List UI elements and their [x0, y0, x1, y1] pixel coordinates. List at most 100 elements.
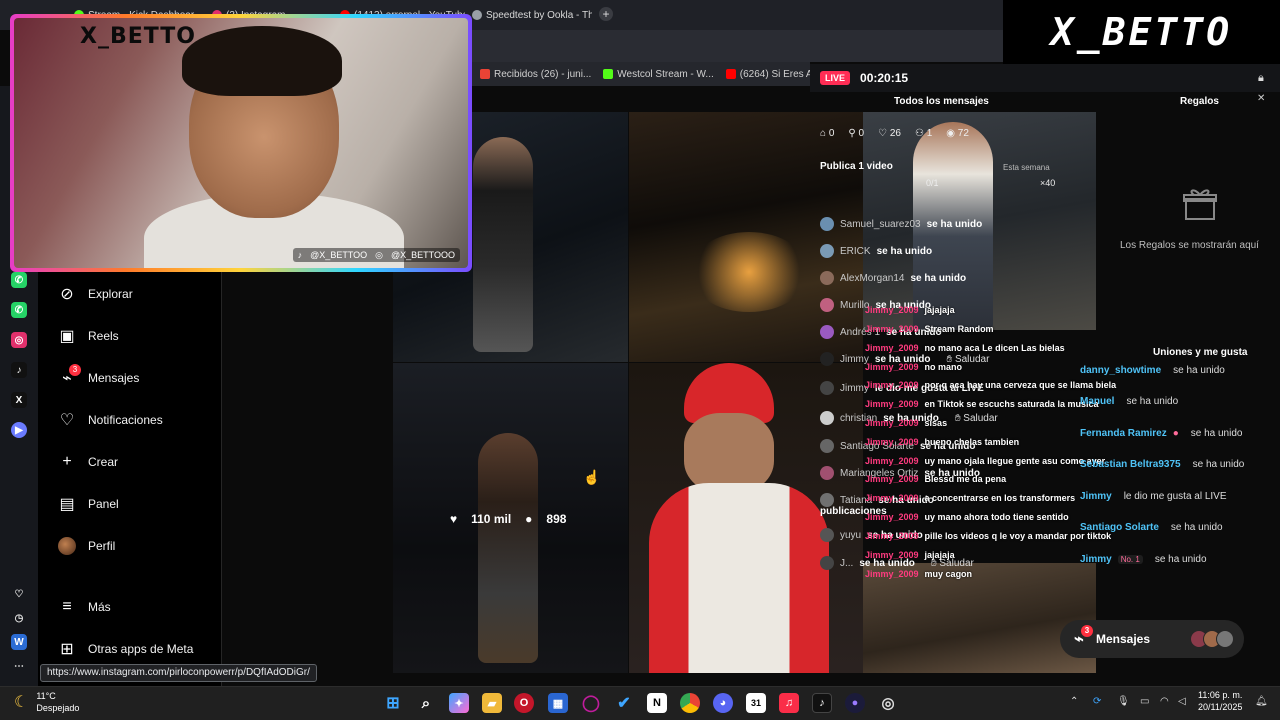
join-row: danny_showtime se ha unido [1080, 364, 1225, 376]
heart-icon: ♥ [450, 512, 458, 526]
volume-icon[interactable]: ◁ [1178, 696, 1186, 707]
nav-create[interactable]: + Crear [58, 449, 218, 475]
join-row: AlexMorgan14 se ha unido [820, 270, 966, 286]
nav-reels[interactable]: ▣ Reels [58, 323, 218, 349]
hoodie [649, 483, 829, 673]
discord-icon[interactable]: ◕ [713, 693, 733, 713]
microphone-icon[interactable]: 🎙︎ [1117, 696, 1130, 707]
display-icon[interactable]: ▭ [1140, 696, 1149, 707]
messages-button[interactable]: ⌁ 3 Mensajes [1060, 620, 1244, 658]
cursor-icon: ☝ [583, 469, 601, 485]
kick-icon [603, 69, 614, 79]
greet-button[interactable]: ✋︎ Saludar [955, 413, 998, 424]
folder-icon[interactable]: ▰ [482, 693, 502, 713]
compass-icon: ⊘ [60, 286, 74, 303]
nav-notifications[interactable]: ♡ Notificaciones [58, 407, 218, 433]
live-panel-tabs: Todos los mensajes Regalos [810, 96, 1280, 112]
this-week-label: Esta semana [1003, 163, 1050, 172]
chart-icon: ▤ [59, 496, 75, 513]
gifts-empty-message: Los Regalos se mostrarán aquí [1120, 240, 1259, 251]
chat-message: Jimmy_2009 no mano aca Le dicen Las biela… [865, 342, 1065, 353]
sync-icon[interactable]: ⟳ [1093, 696, 1101, 707]
join-row: Sebastian Beltra9375 se ha unido [1080, 458, 1245, 470]
person-hair [182, 26, 342, 96]
avatar [58, 537, 76, 555]
taskbar [0, 686, 1280, 720]
gift-icon: ⌂ [820, 128, 827, 139]
menu-icon: ≡ [62, 598, 72, 615]
tab-gifts[interactable]: Regalos [1180, 96, 1219, 107]
calendar-icon[interactable]: 31 [746, 693, 766, 713]
chat-message: Jimmy_2009 uy mano ojala llegue gente asu… [865, 455, 1106, 466]
weather-widget[interactable]: ☾ 11°C Despejado [14, 690, 79, 714]
heart-icon: ♡ [878, 128, 888, 139]
status-url: https://www.instagram.com/pirloconpowerr… [40, 664, 317, 682]
tiktok-icon[interactable]: ♪ [812, 693, 832, 713]
person-figure [478, 433, 538, 663]
chevron-up-icon[interactable]: ⌃ [1070, 696, 1078, 707]
live-header: LIVE 00:20:15 [810, 64, 1280, 92]
instagram-icon[interactable]: ◎ [11, 332, 27, 348]
nav-profile[interactable]: Perfil [58, 533, 218, 559]
chat-message: Jimmy_2009 sisas [865, 417, 948, 428]
music-icon[interactable]: ♫ [779, 693, 799, 713]
instagram-icon: ◎ [375, 249, 384, 260]
x-icon[interactable]: X [11, 392, 27, 408]
more-dots-icon[interactable]: ⋯ [11, 658, 27, 674]
nav-explore[interactable]: ⊘ Explorar [58, 281, 218, 307]
notion-icon[interactable]: N [647, 693, 667, 713]
nav-messages[interactable]: ⌁ 3 Mensajes [58, 364, 218, 391]
bell-icon[interactable]: 🔔︎ [1255, 696, 1268, 707]
tab-all-messages[interactable]: Todos los mensajes [894, 96, 989, 107]
word-icon[interactable]: W [11, 634, 27, 650]
live-stats: ⌂ 0 ⚲ 0 ♡ 26 ⚇ 1 ◉ 72 [820, 128, 969, 139]
address-bar[interactable] [470, 30, 1010, 62]
tiktok-icon[interactable]: ♪ [11, 362, 27, 378]
whatsapp-icon[interactable]: ✆ [11, 272, 27, 288]
speedtest-icon [472, 10, 482, 20]
avatar-stack [1190, 630, 1234, 648]
obs-icon[interactable]: ◎ [878, 693, 898, 713]
search-icon[interactable]: ⌕ [416, 693, 436, 713]
level-badge: No. 1 [1117, 554, 1143, 564]
lock-icon[interactable]: 🔒︎ [1258, 72, 1264, 85]
chat-message: Jimmy_2009 en Tiktok se escuchs saturada … [865, 398, 1099, 409]
app-icon[interactable]: ● [845, 693, 865, 713]
new-tab-button[interactable]: + [599, 7, 613, 21]
avatar [820, 411, 834, 425]
live-badge: LIVE [820, 71, 851, 85]
start-icon[interactable]: ⊞ [383, 693, 403, 713]
nav-meta-apps[interactable]: ⊞ Otras apps de Meta [58, 636, 218, 662]
opera-icon[interactable]: O [514, 693, 534, 713]
heart-icon: ♡ [59, 412, 75, 429]
system-clock[interactable]: 11:06 p. m. 20/11/2025 [1198, 689, 1242, 713]
close-icon[interactable]: ✕ [1257, 93, 1265, 104]
todo-icon[interactable]: ✔ [614, 693, 634, 713]
chrome-icon[interactable] [680, 693, 700, 713]
tiktok-icon: ♪ [297, 250, 303, 260]
comment-icon: ● [525, 512, 533, 526]
nav-more[interactable]: ≡ Más [58, 594, 218, 620]
notification-badge: 3 [1081, 625, 1093, 637]
plus-icon: + [62, 453, 72, 470]
wave-icon: ✋︎ [954, 412, 961, 424]
tab-speedtest[interactable]: Speedtest by Ookla - The [472, 4, 592, 26]
nav-panel[interactable]: ▤ Panel [58, 491, 218, 517]
join-row: Jimmy le dio me gusta al LIVE [1080, 490, 1227, 502]
post-thumbnail-hovered[interactable]: ♥ 110 mil ● 898 ☝ [393, 363, 628, 673]
gmail-icon [480, 69, 490, 79]
bookmark-gmail[interactable]: Recibidos (26) - juni... [480, 69, 591, 80]
player-icon[interactable]: ▶ [11, 422, 27, 438]
opera-gx-icon[interactable]: ◯ [581, 693, 601, 713]
bookmark-westcol[interactable]: Westcol Stream - W... [603, 69, 714, 80]
clock-icon[interactable]: ◷ [11, 610, 27, 626]
copilot-icon[interactable]: ✦ [449, 693, 469, 713]
chat-message: Jimmy_2009 Blessd me da pena [865, 473, 1007, 484]
bookmarks-bar: Recibidos (26) - juni... Westcol Stream … [470, 62, 837, 86]
heart-icon[interactable]: ♡ [11, 586, 27, 602]
store-icon[interactable]: ▦ [548, 693, 568, 713]
eye-icon: ◉ [946, 128, 955, 139]
publish-goal: Publica 1 video [820, 161, 893, 172]
whatsapp-icon[interactable]: ✆ [11, 302, 27, 318]
wifi-icon[interactable]: ◠ [1160, 696, 1169, 707]
